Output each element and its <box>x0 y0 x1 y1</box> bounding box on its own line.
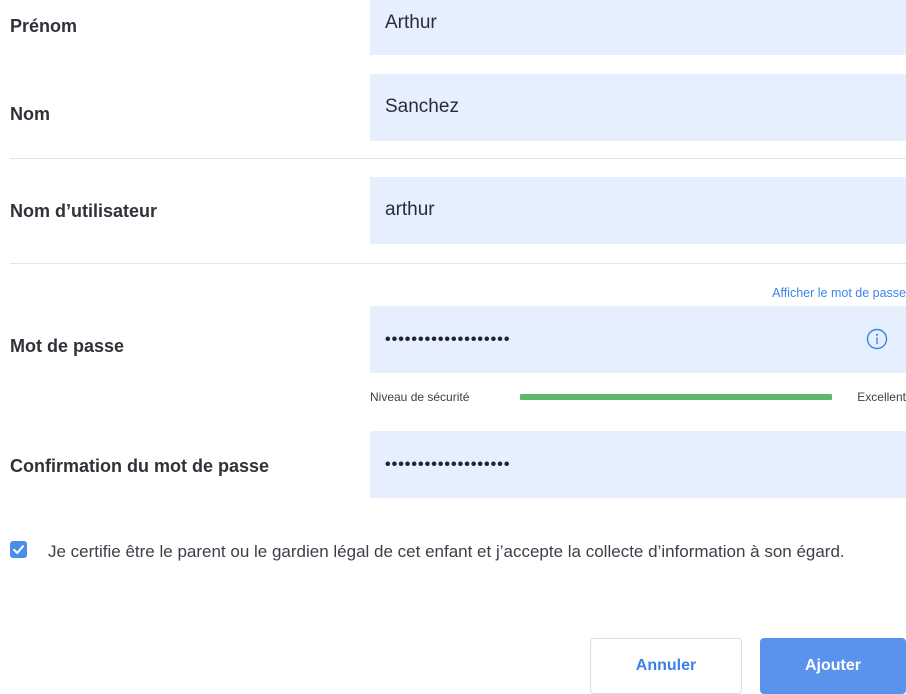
strength-value: Excellent <box>857 390 906 404</box>
last-name-label: Nom <box>10 104 50 124</box>
password-confirm-value: ••••••••••••••••••• <box>385 456 511 473</box>
add-button[interactable]: Ajouter <box>760 638 906 694</box>
last-name-field[interactable]: Sanchez <box>370 74 906 141</box>
password-confirm-field[interactable]: ••••••••••••••••••• <box>370 431 906 498</box>
first-name-field[interactable]: Arthur <box>370 0 906 55</box>
consent-checkbox[interactable] <box>10 541 27 558</box>
password-label: Mot de passe <box>10 336 125 356</box>
password-confirm-label: Confirmation du mot de passe <box>10 456 270 476</box>
info-circle-icon[interactable] <box>866 328 888 350</box>
consent-text: Je certifie être le parent ou le gardien… <box>48 542 845 561</box>
first-name-label: Prénom <box>10 16 78 36</box>
username-value: arthur <box>385 199 435 220</box>
password-field[interactable]: ••••••••••••••••••• <box>370 306 906 373</box>
username-label: Nom d’utilisateur <box>10 201 158 221</box>
strength-meter-fill <box>520 394 832 400</box>
password-value: ••••••••••••••••••• <box>385 331 511 348</box>
checkmark-icon <box>13 545 24 554</box>
show-password-link[interactable]: Afficher le mot de passe <box>772 286 906 300</box>
strength-meter <box>520 394 832 400</box>
divider <box>10 158 906 159</box>
username-field[interactable]: arthur <box>370 177 906 244</box>
first-name-value: Arthur <box>385 12 437 33</box>
strength-label: Niveau de sécurité <box>370 390 470 404</box>
divider <box>10 263 906 264</box>
last-name-value: Sanchez <box>385 96 459 117</box>
cancel-button[interactable]: Annuler <box>590 638 742 694</box>
